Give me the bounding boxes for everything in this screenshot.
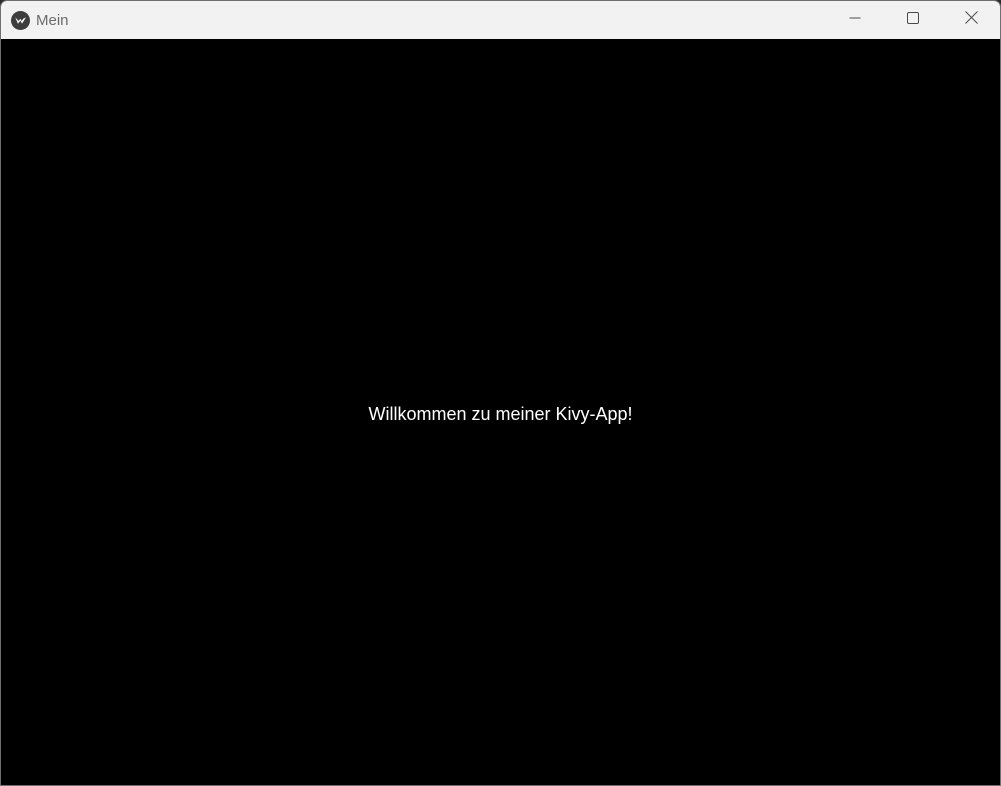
title-bar[interactable]: Mein	[1, 1, 1000, 39]
maximize-button[interactable]	[884, 1, 942, 39]
window-title: Mein	[36, 12, 69, 29]
close-icon	[964, 11, 978, 29]
minimize-button[interactable]	[826, 1, 884, 39]
welcome-label: Willkommen zu meiner Kivy-App!	[368, 404, 633, 424]
app-content: Willkommen zu meiner Kivy-App!	[1, 39, 1000, 785]
minimize-icon	[849, 11, 861, 29]
kivy-logo-icon	[11, 11, 30, 30]
maximize-icon	[907, 11, 919, 29]
close-button[interactable]	[942, 1, 1000, 39]
app-window: Mein Willkommen zu meiner Kivy-App!	[0, 0, 1001, 786]
